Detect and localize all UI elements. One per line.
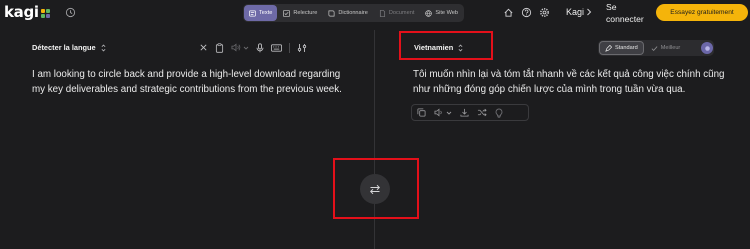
- signin-line-1: Se: [606, 2, 617, 12]
- source-language-label: Détecter la langue: [32, 43, 96, 52]
- tab-dictionnaire-label: Dictionnaire: [338, 10, 368, 16]
- tab-document-label: Document: [388, 10, 415, 16]
- swap-icon: [369, 184, 381, 194]
- tab-relecture-label: Relecture: [293, 10, 318, 16]
- tab-texte[interactable]: Texte: [244, 5, 278, 21]
- clipboard-icon[interactable]: [215, 41, 224, 54]
- kagi-link[interactable]: Kagi: [566, 7, 584, 17]
- toolbar-divider: [289, 42, 290, 53]
- gear-icon[interactable]: [538, 6, 550, 18]
- tab-site-web[interactable]: Site Web: [420, 5, 463, 21]
- sliders-icon[interactable]: [297, 41, 307, 54]
- tab-site-web-label: Site Web: [435, 10, 458, 16]
- quality-standard-label: Standard: [615, 45, 638, 51]
- source-language-select[interactable]: Détecter la langue: [32, 43, 106, 52]
- chevron-updown-icon: [458, 44, 463, 51]
- shuffle-icon[interactable]: [477, 108, 487, 117]
- tab-texte-label: Texte: [259, 10, 273, 16]
- quality-best-label: Meilleur: [660, 45, 681, 51]
- history-icon[interactable]: [63, 5, 77, 19]
- speaker-icon[interactable]: [231, 41, 249, 54]
- globe-icon: [425, 9, 433, 17]
- chevron-down-icon: [243, 46, 249, 50]
- microphone-icon[interactable]: [256, 41, 264, 54]
- pen-icon: [605, 44, 612, 52]
- logo-mark-icon: [40, 8, 50, 18]
- top-icons: [502, 6, 550, 18]
- close-icon[interactable]: [199, 41, 208, 54]
- mode-switcher: Texte Relecture Dictionnaire Document Si…: [243, 4, 464, 22]
- copy-icon[interactable]: [417, 108, 426, 117]
- top-bar: kagi Texte Relecture Dictionnaire Docume…: [0, 0, 750, 26]
- signin-link[interactable]: Se connecter: [606, 1, 644, 25]
- signin-line-2: connecter: [606, 14, 644, 24]
- target-language-label: Vietnamien: [414, 43, 454, 52]
- download-icon[interactable]: [460, 108, 469, 117]
- chevron-updown-icon: [101, 44, 106, 51]
- document-icon: [379, 9, 385, 17]
- tab-relecture[interactable]: Relecture: [278, 5, 322, 21]
- kagi-logo[interactable]: kagi: [4, 3, 50, 21]
- lightbulb-icon[interactable]: [495, 108, 503, 118]
- swap-languages-button[interactable]: [360, 174, 390, 204]
- check-icon: [651, 45, 658, 51]
- proofread-icon: [283, 9, 291, 17]
- quality-switcher: Standard Meilleur: [598, 40, 714, 56]
- quality-best-option[interactable]: Meilleur: [646, 41, 686, 55]
- logo-text: kagi: [4, 3, 39, 21]
- tab-dictionnaire[interactable]: Dictionnaire: [323, 5, 373, 21]
- sparkle-icon: [701, 42, 713, 54]
- quality-standard-option[interactable]: Standard: [599, 41, 644, 55]
- book-icon: [328, 10, 335, 16]
- chevron-right-icon: [587, 8, 592, 16]
- keyboard-icon[interactable]: [271, 41, 282, 54]
- source-text[interactable]: I am looking to circle back and provide …: [32, 68, 352, 98]
- try-free-button[interactable]: Essayez gratuitement: [656, 4, 748, 21]
- output-speaker-icon[interactable]: [434, 108, 452, 117]
- chevron-down-icon: [446, 111, 452, 115]
- output-toolbar: [411, 104, 529, 121]
- home-icon[interactable]: [502, 6, 514, 18]
- text-icon: [249, 10, 256, 16]
- target-language-select[interactable]: Vietnamien: [414, 43, 463, 52]
- translated-text: Tôi muốn nhìn lại và tóm tắt nhanh về cá…: [413, 69, 725, 95]
- tab-document[interactable]: Document: [374, 5, 420, 21]
- source-toolbar: [199, 41, 307, 54]
- help-icon[interactable]: [520, 6, 532, 18]
